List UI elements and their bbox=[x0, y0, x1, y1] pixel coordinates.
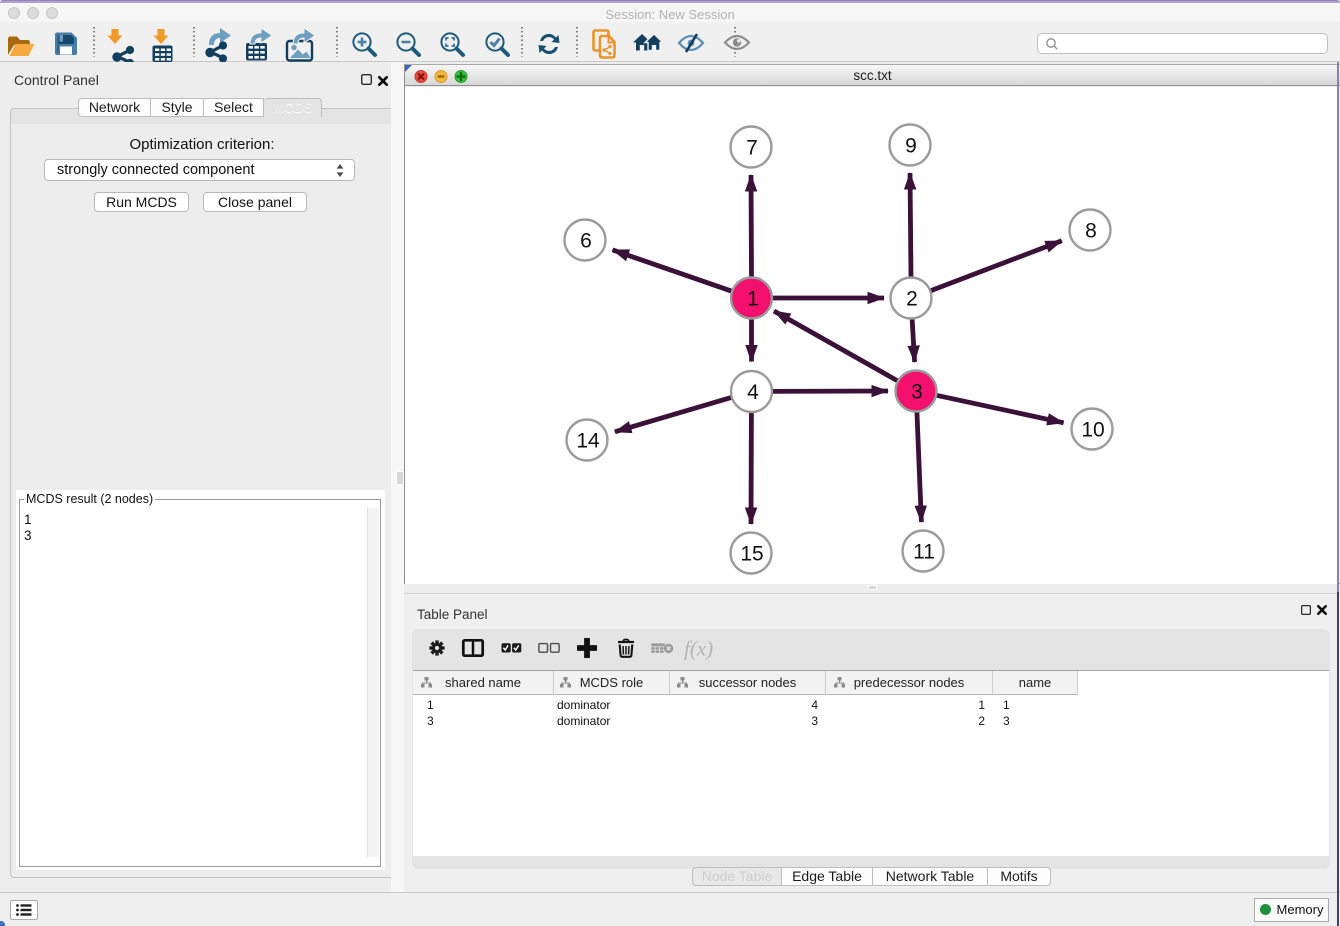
svg-text:1: 1 bbox=[747, 288, 759, 311]
svg-text:f(x): f(x) bbox=[684, 637, 713, 661]
svg-text:8: 8 bbox=[1085, 220, 1097, 243]
svg-text:15: 15 bbox=[740, 543, 763, 566]
svg-text:14: 14 bbox=[576, 430, 600, 453]
svg-text:7: 7 bbox=[746, 137, 758, 160]
svg-text:9: 9 bbox=[905, 135, 917, 158]
svg-text:10: 10 bbox=[1081, 419, 1104, 442]
svg-text:11: 11 bbox=[913, 541, 935, 564]
svg-text:3: 3 bbox=[911, 381, 923, 404]
svg-text:2: 2 bbox=[906, 288, 918, 311]
svg-text:4: 4 bbox=[747, 381, 759, 404]
svg-text:6: 6 bbox=[580, 230, 592, 253]
